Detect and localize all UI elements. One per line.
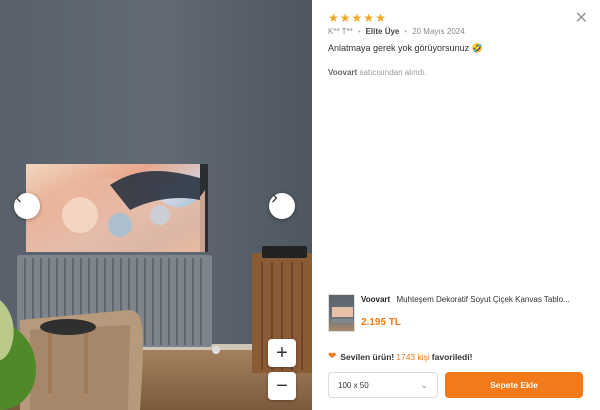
next-image-button[interactable] [269, 193, 295, 219]
review-details-panel: ✕ [312, 0, 600, 410]
product-name: Muhteşem Dekoratif Soyut Çiçek Kanvas Ta… [396, 295, 570, 304]
size-select-value: 100 x 50 [338, 380, 369, 390]
product-thumbnail[interactable] [328, 294, 355, 332]
separator-dot: • [357, 27, 361, 36]
size-select[interactable]: 100 x 50 ⌄ [328, 372, 438, 398]
review-meta: K** T** • Elite Üye • 20 Mayıs 2024 [328, 27, 465, 36]
separator-dot: • [404, 27, 408, 36]
favorite-count: 1743 kişi [396, 351, 430, 362]
zoom-out-button[interactable]: − [268, 372, 296, 400]
seller-note: Voovart satıcısından alındı. [328, 68, 427, 77]
review-photo: + − [0, 0, 312, 410]
star-icon: ★ [339, 11, 351, 25]
elite-badge: Elite Üye [365, 27, 400, 36]
favorite-prefix: Sevilen ürün! [340, 351, 395, 362]
product-brand: Voovart [361, 295, 391, 304]
previous-image-button[interactable] [14, 193, 40, 219]
zoom-in-button[interactable]: + [268, 339, 296, 367]
review-comment: Anlatmaya gerek yok görüyorsunuz 🤣 [328, 43, 483, 53]
seller-name[interactable]: Voovart [328, 68, 357, 77]
chevron-down-icon: ⌄ [420, 379, 428, 390]
product-title[interactable]: Voovart Muhteşem Dekoratif Soyut Çiçek K… [361, 295, 588, 304]
review-author: K** T** [328, 27, 353, 36]
heart-icon: ❤ [328, 351, 337, 362]
add-to-cart-button[interactable]: Sepete Ekle [445, 372, 583, 398]
product-summary[interactable]: Voovart Muhteşem Dekoratif Soyut Çiçek K… [328, 294, 588, 332]
star-icon: ★ [375, 11, 386, 25]
favorite-suffix: favoriledi! [431, 351, 473, 362]
room-photo-illustration [0, 0, 312, 410]
close-button[interactable]: ✕ [575, 8, 588, 28]
review-date: 20 Mayıs 2024 [412, 27, 465, 36]
star-icon: ★ [363, 11, 375, 25]
review-image-modal: + − ✕ ★ ★ ★ ★ ★ K** T** • Elite Üye • 20… [0, 0, 600, 410]
close-icon: ✕ [574, 10, 588, 27]
favorite-info: ❤ Sevilen ürün! 1743 kişi favoriledi! [328, 351, 472, 362]
star-icon: ★ [328, 11, 339, 25]
product-price: 2.195 TL [361, 317, 402, 328]
star-icon: ★ [351, 11, 363, 25]
seller-suffix: satıcısından alındı. [359, 68, 427, 77]
rating-stars: ★ ★ ★ ★ ★ [328, 12, 386, 24]
